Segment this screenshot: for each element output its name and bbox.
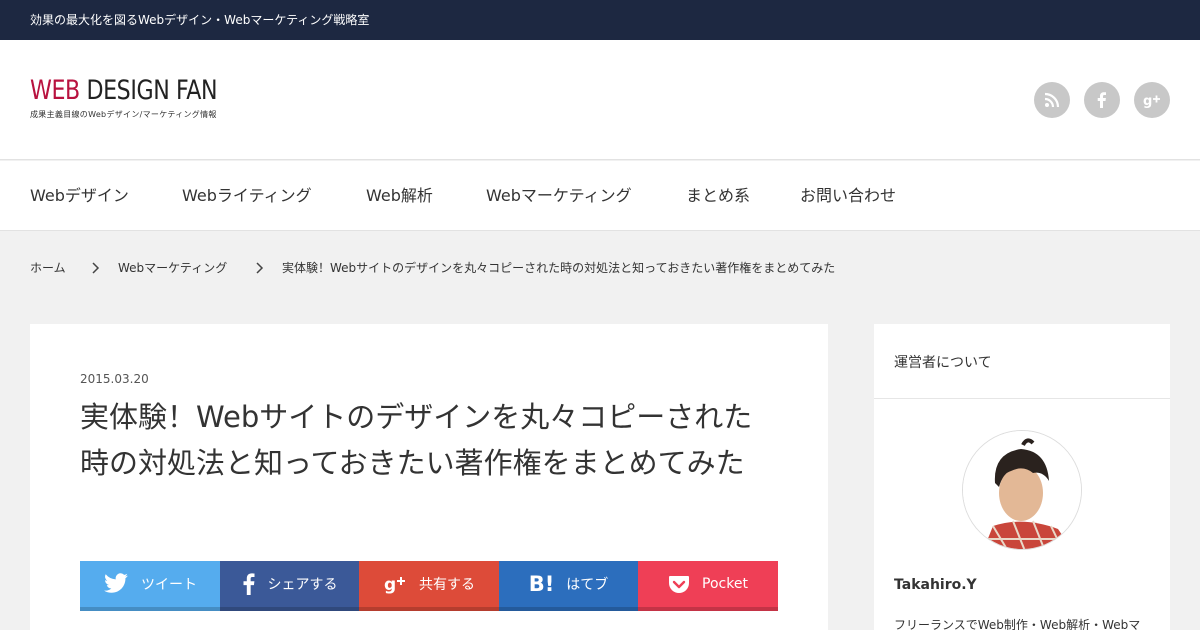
svg-text:g: g [1143, 94, 1152, 109]
svg-text:g: g [384, 575, 396, 595]
logo-wordmark: WEB DESIGN FAN [30, 75, 218, 106]
breadcrumb-home[interactable]: ホーム [30, 258, 66, 278]
logo-subtitle: 成果主義目線のWebデザイン/マーケティング情報 [30, 110, 217, 119]
chevron-right-icon [92, 262, 100, 274]
article-card: 2015.03.20 実体験！Webサイトのデザインを丸々コピーされた時の対処法… [30, 324, 828, 630]
nav-item-matome[interactable]: まとめ系 [686, 161, 750, 231]
site-tagline: 効果の最大化を図るWebデザイン・Webマーケティング戦略室 [30, 13, 370, 27]
author-bio: フリーランスでWeb制作・Web解析・Webマ [894, 618, 1141, 630]
article-date: 2015.03.20 [80, 372, 149, 386]
pocket-icon [668, 574, 690, 594]
google-plus-icon: g [383, 572, 407, 596]
site-header: WEB DESIGN FAN 成果主義目線のWebデザイン/マーケティング情報 … [0, 40, 1200, 160]
rss-icon[interactable] [1034, 82, 1070, 118]
site-tagline-bar: 効果の最大化を図るWebデザイン・Webマーケティング戦略室 [0, 0, 1200, 40]
sidebar-title: 運営者について [894, 355, 992, 371]
nav-item-web-marketing[interactable]: Webマーケティング [486, 161, 632, 231]
breadcrumb-current: 実体験！Webサイトのデザインを丸々コピーされた時の対処法と知っておきたい著作権… [282, 261, 836, 275]
google-plus-icon[interactable]: g [1134, 82, 1170, 118]
nav-item-web-design[interactable]: Webデザイン [30, 161, 129, 231]
nav-item-web-writing[interactable]: Webライティング [182, 161, 312, 231]
chevron-right-icon [256, 262, 264, 274]
breadcrumb-category[interactable]: Webマーケティング [118, 258, 227, 278]
facebook-icon [242, 573, 256, 595]
hatena-bookmark-label: はてブ [566, 577, 609, 593]
author-name: Takahiro.Y [894, 577, 977, 593]
google-plus-share-label: 共有する [419, 577, 475, 593]
google-plus-share-button[interactable]: g 共有する [359, 561, 499, 611]
article-title: 実体験！Webサイトのデザインを丸々コピーされた時の対処法と知っておきたい著作権… [80, 400, 753, 480]
twitter-icon [103, 573, 129, 595]
nav-item-web-analytics[interactable]: Web解析 [366, 161, 433, 231]
sidebar-divider [874, 398, 1170, 399]
twitter-share-label: ツイート [141, 577, 197, 593]
main-navigation: Webデザイン Webライティング Web解析 Webマーケティング まとめ系 … [0, 161, 1200, 231]
pocket-label: Pocket [702, 576, 748, 592]
twitter-share-button[interactable]: ツイート [80, 561, 220, 611]
nav-item-contact[interactable]: お問い合わせ [800, 161, 896, 231]
pocket-button[interactable]: Pocket [638, 561, 778, 611]
site-logo[interactable]: WEB DESIGN FAN 成果主義目線のWebデザイン/マーケティング情報 [30, 76, 258, 120]
author-avatar [962, 430, 1082, 550]
facebook-icon[interactable] [1084, 82, 1120, 118]
sidebar-about-widget: 運営者について Takahiro.Y フリーランスでWeb制作・Web解析・We… [874, 324, 1170, 630]
hatena-bookmark-button[interactable]: B! はてブ [499, 561, 638, 611]
hatena-bookmark-icon: B! [528, 572, 555, 596]
facebook-share-button[interactable]: シェアする [220, 561, 359, 611]
facebook-share-label: シェアする [267, 577, 338, 593]
